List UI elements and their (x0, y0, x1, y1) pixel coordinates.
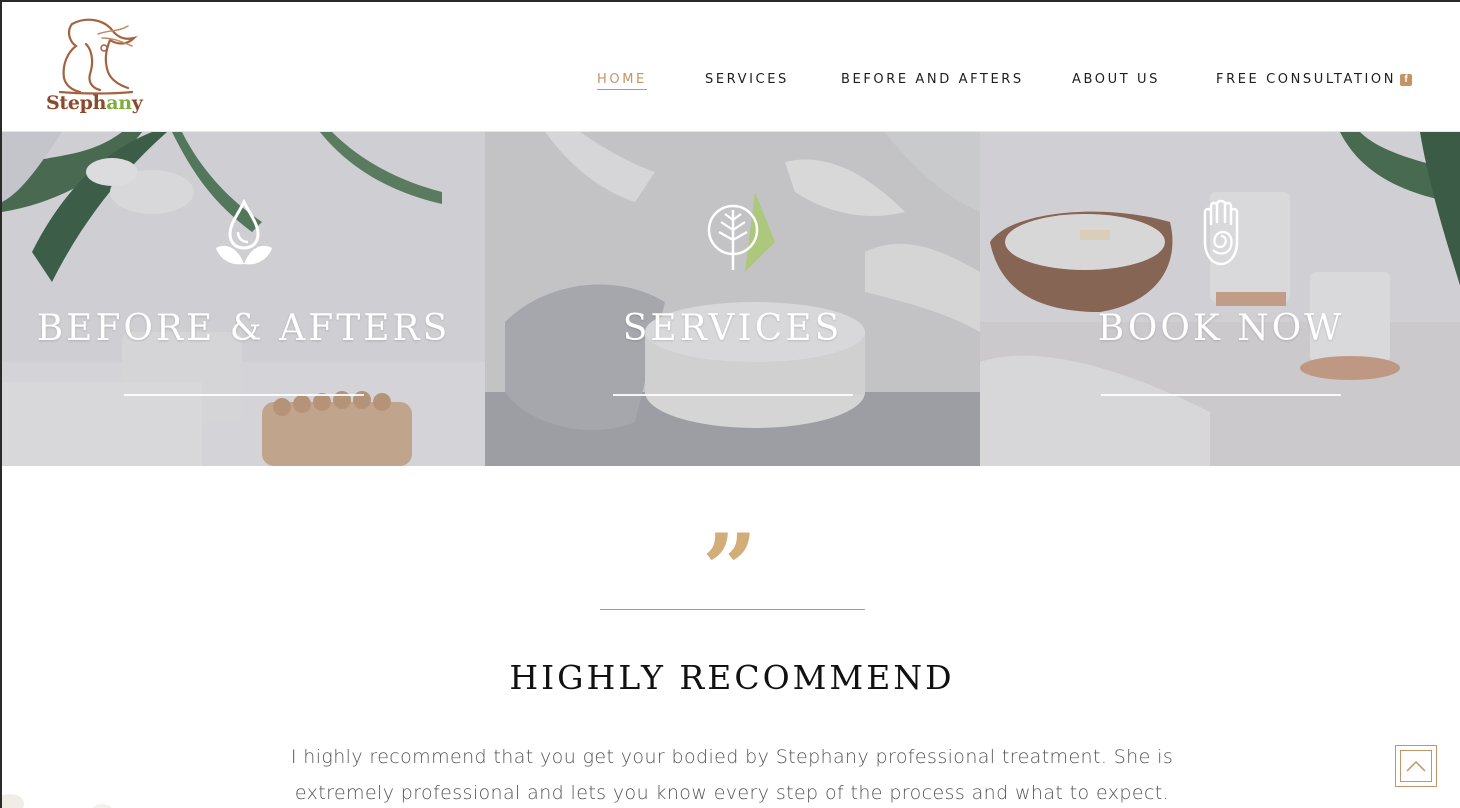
chevron-up-icon (1406, 760, 1426, 772)
nav-item-before-and-afters[interactable]: BEFORE AND AFTERS (841, 72, 1024, 87)
feature-panels: BEFORE & AFTERS SERVICES BOOK NOW (2, 132, 1460, 466)
water-drop-leaves-icon (215, 198, 272, 265)
site-header: Stephany HOME SERVICES BEFORE AND AFTERS… (2, 2, 1460, 132)
decorative-image (2, 794, 112, 808)
panel-title: SERVICES (622, 308, 843, 349)
testimonial-text: I highly recommend that you get your bod… (290, 746, 1174, 804)
nav-item-services[interactable]: SERVICES (705, 72, 789, 87)
page-frame: Stephany HOME SERVICES BEFORE AND AFTERS… (0, 0, 1460, 808)
panel-divider (1101, 394, 1341, 396)
nav-item-free-consultation[interactable]: FREE CONSULTATION (1216, 72, 1396, 87)
quote-icon: ” (702, 513, 758, 626)
panel-title: BEFORE & AFTERS (36, 308, 451, 349)
panel-services[interactable]: SERVICES (485, 132, 980, 466)
nav-item-about-us[interactable]: ABOUT US (1072, 72, 1160, 87)
panel-divider (612, 394, 853, 396)
panel-overlay (485, 132, 980, 466)
main-nav: HOME SERVICES BEFORE AND AFTERS ABOUT US… (2, 72, 1460, 96)
panel-before-afters[interactable]: BEFORE & AFTERS (2, 132, 485, 466)
quote-divider (600, 609, 865, 610)
testimonial-title: HIGHLY RECOMMEND (509, 658, 955, 697)
back-to-top-button[interactable] (1395, 745, 1437, 787)
panel-book-now[interactable]: BOOK NOW (980, 132, 1460, 466)
hamsa-hand-icon (1203, 199, 1239, 266)
panel-divider (123, 394, 364, 396)
nav-item-home[interactable]: HOME (597, 72, 647, 90)
back-to-top-inner (1400, 750, 1432, 782)
panel-overlay (2, 132, 485, 466)
panel-overlay (980, 132, 1460, 466)
facebook-icon[interactable]: f (1400, 74, 1412, 86)
leaf-tree-icon (707, 204, 758, 270)
panel-title: BOOK NOW (1097, 308, 1345, 349)
